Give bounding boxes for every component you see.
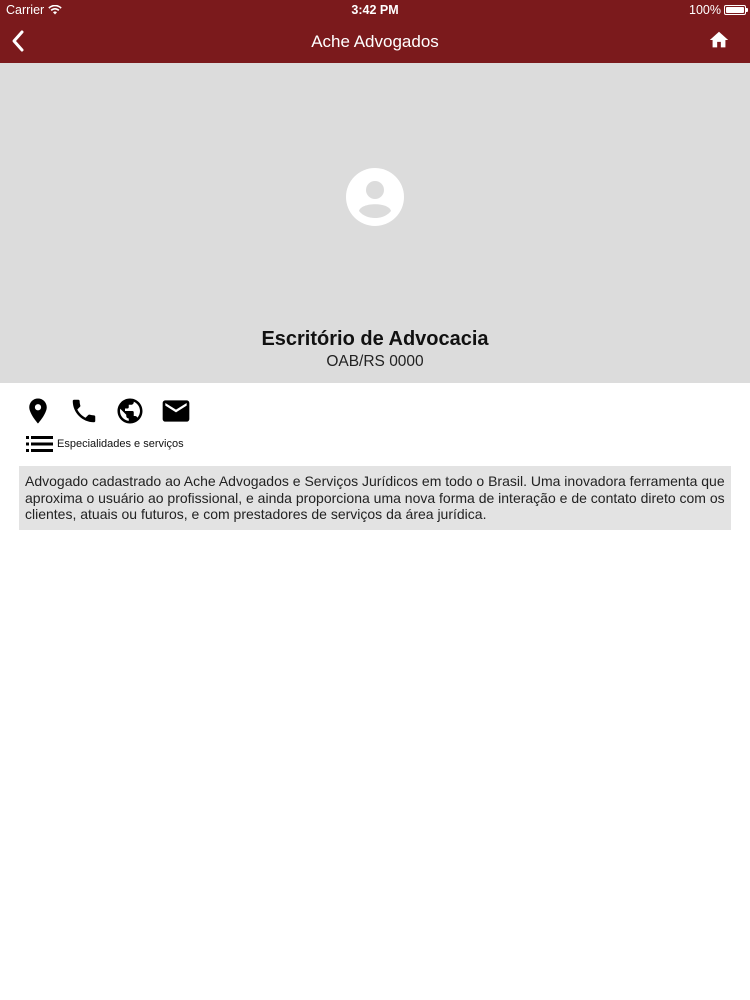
battery-indicator: 100% [689,3,748,17]
oab-registration: OAB/RS 0000 [326,353,424,370]
account-circle-icon [346,168,404,226]
home-button[interactable] [708,29,730,51]
website-button[interactable] [114,395,146,427]
page-title: Ache Advogados [311,32,439,51]
status-bar: Carrier 3:42 PM 100% [0,0,750,20]
globe-icon [117,398,143,424]
email-button[interactable] [160,395,192,427]
description-text: Advogado cadastrado ao Ache Advogados e … [19,466,731,530]
avatar [345,167,405,227]
profile-header: Escritório de Advocacia OAB/RS 0000 [0,63,750,383]
phone-button[interactable] [68,395,100,427]
list-icon [26,436,53,452]
battery-percent: 100% [689,3,721,17]
phone-icon [72,399,96,423]
status-time: 3:42 PM [351,3,399,17]
office-name: Escritório de Advocacia [261,328,489,350]
battery-fill [726,7,744,13]
location-button[interactable] [22,395,54,427]
specialties-label: Especialidades e serviços [57,438,184,450]
location-pin-icon [29,398,47,424]
mail-icon [162,400,190,422]
contact-actions [22,394,192,428]
navigation-bar: Ache Advogados [0,20,750,63]
battery-icon [724,5,748,15]
home-icon [709,31,729,48]
specialties-link[interactable]: Especialidades e serviços [26,435,184,453]
